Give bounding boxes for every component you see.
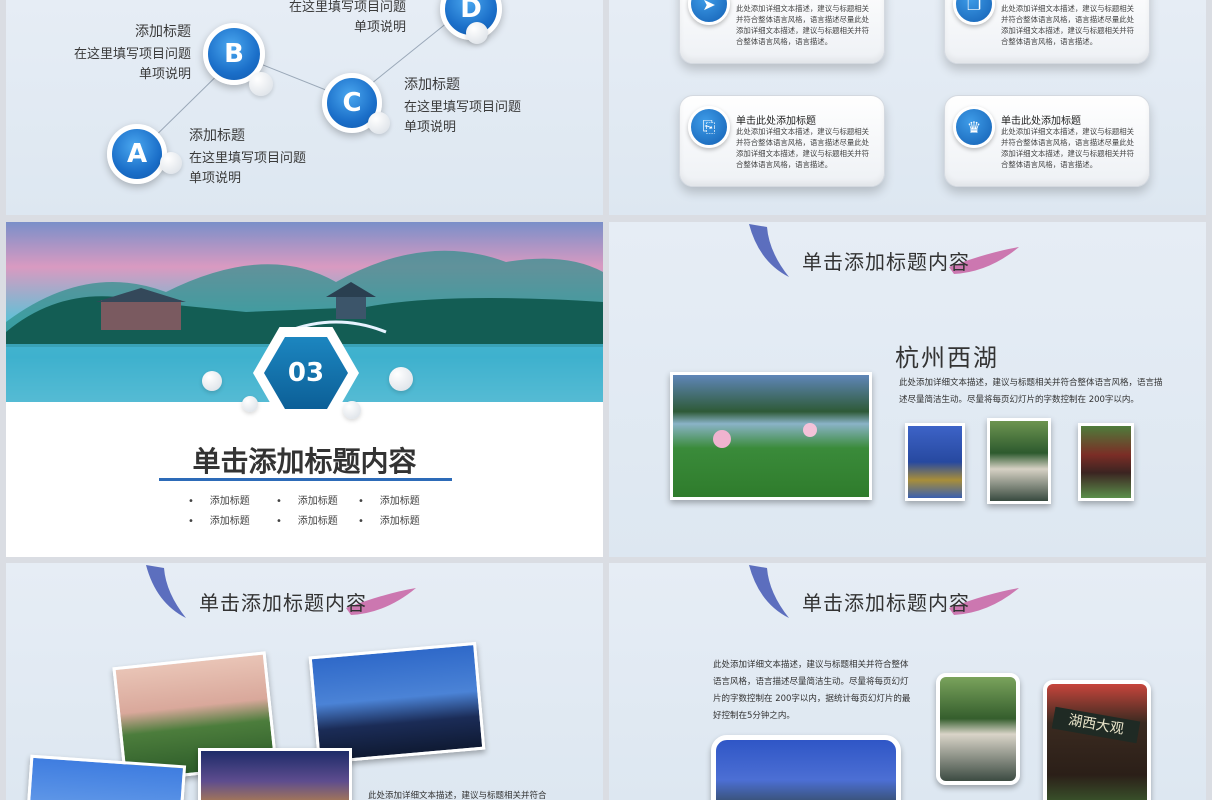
card-4-body: 此处添加详细文本描述，建议与标题相关并符合整体语言风格，语言描述尽量此处添加详细… — [1001, 127, 1135, 169]
node-d-desc1: 在这里填写项目问题 — [288, 0, 406, 15]
bullet-4: • 添加标题 — [188, 516, 250, 527]
node-b-bubble — [249, 72, 273, 96]
node-c-letter: C — [342, 88, 362, 118]
gate-sign-label: 湖西大观 — [1067, 712, 1125, 738]
city-night-photo[interactable] — [308, 641, 486, 765]
paperclip-icon: ⎘ — [688, 106, 730, 148]
slide5-header: 单击添加标题内容 — [199, 591, 367, 615]
gate-sign-text: 湖西大观 — [1051, 706, 1141, 744]
lotus-flower-2 — [803, 423, 817, 437]
node-d-desc2: 单项说明 — [353, 20, 406, 35]
bullet-3-text: 添加标题 — [379, 496, 420, 507]
garden-photo[interactable] — [711, 735, 901, 800]
paperclip-glyph: ⎘ — [702, 117, 716, 136]
node-a-title: 添加标题 — [189, 128, 245, 144]
slide6-header: 单击添加标题内容 — [802, 591, 970, 615]
section-title: 单击添加标题内容 — [192, 445, 417, 478]
node-c-desc1: 在这里填写项目问题 — [404, 100, 522, 115]
card-1-body: 此处添加详细文本描述，建议与标题相关并符合整体语言风格，语言描述尽量此处添加详细… — [736, 4, 870, 46]
place-title: 杭州西湖 — [895, 344, 999, 372]
bubble-right — [389, 367, 413, 391]
copy-icon: ❐ — [953, 0, 995, 25]
node-d-letter: D — [460, 0, 482, 24]
node-b-desc2: 单项说明 — [138, 67, 191, 82]
node-d-bubble — [466, 22, 488, 44]
slide-1-timeline[interactable]: A 添加标题 在这里填写项目问题 单项说明 B 添加标题 在这里填写项目问题 单… — [6, 0, 603, 215]
slide-6-gallery[interactable]: 单击添加标题内容 此处添加详细文本描述，建议与标题相关并符合整体语言风格，语言描… — [609, 563, 1206, 800]
slide-2-cards[interactable]: ➤ 此处添加详细文本描述，建议与标题相关并符合整体语言风格，语言描述尽量此处添加… — [609, 0, 1206, 215]
slide5-desc: 此处添加详细文本描述，建议与标题相关并符合 — [368, 791, 547, 800]
bubble-left-small — [242, 396, 258, 412]
lotus-photo[interactable] — [670, 372, 872, 500]
card-3-title: 单击此处添加标题 — [736, 116, 816, 127]
title-underline — [159, 478, 452, 481]
bubble-left — [202, 371, 222, 391]
card-3-body: 此处添加详细文本描述，建议与标题相关并符合整体语言风格，语言描述尽量此处添加详细… — [736, 127, 870, 169]
card-1[interactable]: ➤ 此处添加详细文本描述，建议与标题相关并符合整体语言风格，语言描述尽量此处添加… — [679, 0, 885, 64]
old-street-photo[interactable] — [198, 748, 352, 800]
node-b-letter: B — [224, 39, 244, 69]
paper-plane-icon: ➤ — [688, 0, 730, 25]
node-a-letter: A — [126, 139, 148, 169]
node-b-desc1: 在这里填写项目问题 — [73, 47, 191, 62]
slide6-desc: 此处添加详细文本描述，建议与标题相关并符合整体语言风格，语言描述尽量简洁生动。尽… — [713, 660, 911, 721]
card-4[interactable]: ♛ 单击此处添加标题 此处添加详细文本描述，建议与标题相关并符合整体语言风格，语… — [944, 95, 1150, 187]
lotus-flower-1 — [713, 430, 731, 448]
gate-sign-photo[interactable]: 湖西大观 — [1043, 680, 1151, 800]
pavilion-lake-photo[interactable] — [936, 673, 1020, 785]
bullet-1: • 添加标题 — [188, 496, 250, 507]
trophy-icon: ♛ — [953, 106, 995, 148]
card-2-body: 此处添加详细文本描述，建议与标题相关并符合整体语言风格，语言描述尽量此处添加详细… — [1001, 4, 1135, 46]
node-c-desc2: 单项说明 — [404, 120, 457, 135]
card-3[interactable]: ⎘ 单击此处添加标题 此处添加详细文本描述，建议与标题相关并符合整体语言风格，语… — [679, 95, 885, 187]
slide4-header: 单击添加标题内容 — [802, 250, 970, 274]
trophy-glyph: ♛ — [966, 117, 982, 137]
bridge-photo[interactable] — [905, 423, 965, 501]
node-b-title: 添加标题 — [135, 24, 191, 40]
slide-4-west-lake[interactable]: 单击添加标题内容 杭州西湖 此处添加详细文本描述，建议与标题相关并符合整体语言风… — [609, 222, 1206, 557]
bullet-3: • 添加标题 — [358, 496, 420, 507]
place-desc: 此处添加详细文本描述，建议与标题相关并符合整体语言风格，语言描述尽量简洁生动。尽… — [899, 378, 1163, 405]
bullet-4-text: 添加标题 — [209, 516, 250, 527]
node-c-bubble — [368, 112, 390, 134]
bullet-6-text: 添加标题 — [379, 516, 420, 527]
node-c-title: 添加标题 — [404, 77, 460, 93]
bullet-5: • 添加标题 — [276, 516, 338, 527]
node-a-desc1: 在这里填写项目问题 — [189, 151, 307, 166]
bubble-right-small — [343, 401, 361, 419]
card-4-title: 单击此处添加标题 — [1001, 116, 1081, 127]
node-a-bubble — [160, 152, 182, 174]
node-a[interactable]: A — [107, 124, 167, 184]
slide-5-photos[interactable]: 单击添加标题内容 此处添加详细文本描述，建议与标题相关并符合 — [6, 563, 603, 800]
temple-photo[interactable] — [1078, 423, 1134, 501]
slide-3-section[interactable]: 03 单击添加标题内容 • 添加标题 • 添加标题 • 添加标题 • 添加标题 … — [6, 222, 603, 557]
bullet-1-text: 添加标题 — [209, 496, 250, 507]
node-a-desc2: 单项说明 — [189, 171, 242, 186]
pavilion-photo[interactable] — [987, 418, 1051, 504]
bullet-6: • 添加标题 — [358, 516, 420, 527]
copy-glyph: ❐ — [966, 0, 982, 14]
bullet-2: • 添加标题 — [276, 496, 338, 507]
paper-plane-glyph: ➤ — [702, 0, 716, 14]
card-2[interactable]: ❐ 此处添加详细文本描述，建议与标题相关并符合整体语言风格，语言描述尽量此处添加… — [944, 0, 1150, 64]
bullet-5-text: 添加标题 — [297, 516, 338, 527]
section-number: 03 — [287, 358, 325, 388]
bullet-2-text: 添加标题 — [297, 496, 338, 507]
